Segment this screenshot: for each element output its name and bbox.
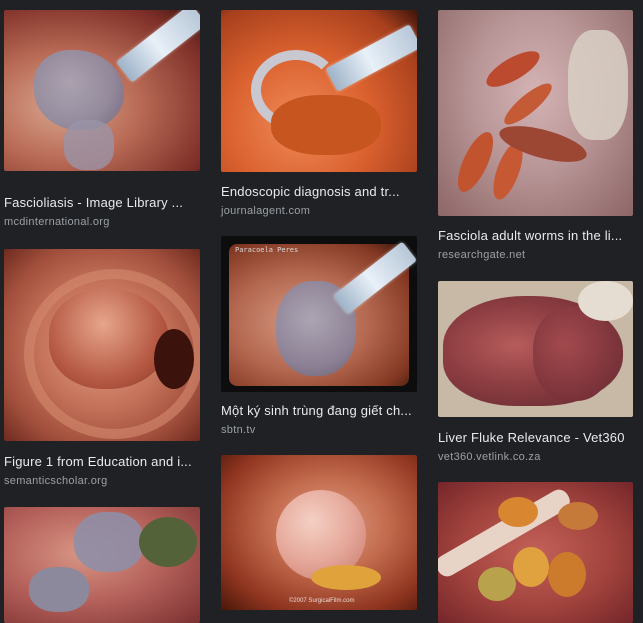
image-result-card[interactable] bbox=[438, 482, 638, 623]
result-thumbnail[interactable] bbox=[4, 10, 200, 171]
watermark-text: ©2007 SurgicalFilm.com bbox=[289, 598, 355, 604]
image-result-card[interactable]: Figure 1 from Education and i... semanti… bbox=[4, 249, 200, 489]
image-result-card[interactable]: ©2007 SurgicalFilm.com bbox=[221, 455, 417, 610]
image-result-card[interactable] bbox=[4, 507, 200, 623]
image-result-card[interactable]: Fascioliasis - Image Library ... mcdinte… bbox=[4, 10, 200, 230]
result-source[interactable]: vet360.vetlink.co.za bbox=[438, 451, 541, 463]
result-thumbnail[interactable] bbox=[4, 507, 200, 623]
result-title[interactable]: Một ký sinh trùng đang giết ch... bbox=[221, 403, 417, 418]
result-thumbnail[interactable]: Paracoela Peres bbox=[221, 236, 417, 392]
result-title[interactable]: Endoscopic diagnosis and tr... bbox=[221, 184, 417, 199]
result-title[interactable]: Liver Fluke Relevance - Vet360 bbox=[438, 430, 633, 445]
result-title[interactable]: Fascioliasis - Image Library ... bbox=[4, 195, 200, 210]
result-thumbnail[interactable] bbox=[221, 10, 417, 172]
result-thumbnail[interactable]: ©2007 SurgicalFilm.com bbox=[221, 455, 417, 610]
result-title[interactable]: Fasciola adult worms in the li... bbox=[438, 228, 633, 243]
result-thumbnail[interactable] bbox=[438, 482, 633, 623]
result-source[interactable]: mcdinternational.org bbox=[4, 216, 110, 228]
result-source[interactable]: sbtn.tv bbox=[221, 424, 256, 436]
endoscope-overlay-text: Paracoela Peres bbox=[235, 246, 299, 254]
image-result-card[interactable]: Fasciola adult worms in the li... resear… bbox=[438, 10, 638, 265]
result-thumbnail[interactable] bbox=[4, 249, 200, 441]
result-thumbnail[interactable] bbox=[438, 281, 633, 417]
result-source[interactable]: semanticscholar.org bbox=[4, 475, 108, 487]
result-thumbnail[interactable] bbox=[438, 10, 633, 216]
result-source[interactable]: journalagent.com bbox=[221, 205, 310, 217]
image-result-card[interactable]: Liver Fluke Relevance - Vet360 vet360.ve… bbox=[438, 281, 638, 466]
result-title[interactable]: Figure 1 from Education and i... bbox=[4, 454, 200, 469]
result-source[interactable]: researchgate.net bbox=[438, 249, 525, 261]
image-result-card[interactable]: Endoscopic diagnosis and tr... journalag… bbox=[221, 10, 417, 220]
image-result-card[interactable]: Paracoela Peres Một ký sinh trùng đang g… bbox=[221, 236, 417, 441]
